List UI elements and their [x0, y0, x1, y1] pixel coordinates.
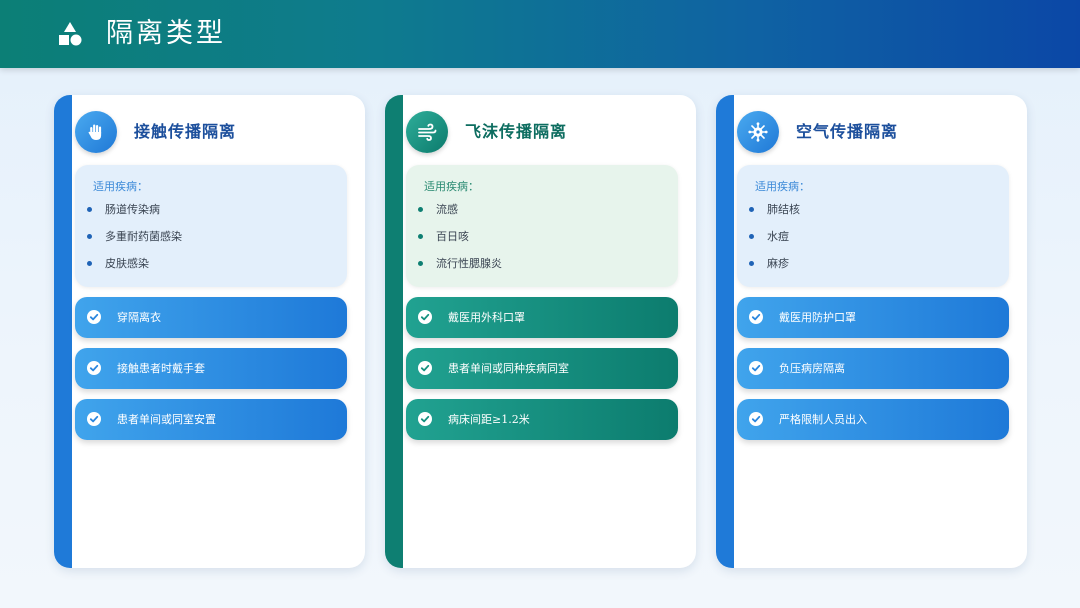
disease-list: 流感 百日咳 流行性腮腺炎	[418, 202, 502, 283]
disease-item: 水痘	[749, 229, 800, 256]
disease-item: 肠道传染病	[87, 202, 182, 229]
check-circle-icon	[749, 361, 763, 375]
card-contact-isolation: 接触传播隔离 适用疾病： 肠道传染病 多重耐药菌感染 皮肤感染 穿隔离衣 接触患…	[54, 95, 365, 568]
bullet-dot	[418, 234, 423, 239]
measure-item: 接触患者时戴手套	[75, 348, 347, 389]
disease-item: 流感	[418, 202, 502, 229]
measure-item: 负压病房隔离	[737, 348, 1009, 389]
bullet-dot	[418, 207, 423, 212]
measure-item: 戴医用防护口罩	[737, 297, 1009, 338]
check-circle-icon	[418, 310, 432, 324]
measure-text: 患者单间或同室安置	[117, 413, 216, 426]
check-circle-icon	[749, 310, 763, 324]
disease-item: 皮肤感染	[87, 256, 182, 283]
bullet-dot	[749, 234, 754, 239]
card-droplet-isolation: 飞沫传播隔离 适用疾病： 流感 百日咳 流行性腮腺炎 戴医用外科口罩 患者单间或…	[385, 95, 696, 568]
disease-list: 肠道传染病 多重耐药菌感染 皮肤感染	[87, 202, 182, 283]
disease-item: 麻疹	[749, 256, 800, 283]
measure-text: 严格限制人员出入	[779, 413, 867, 426]
card-accent-bar	[54, 95, 72, 568]
measure-text: 穿隔离衣	[117, 311, 161, 324]
check-circle-icon	[418, 412, 432, 426]
disease-label: 适用疾病：	[93, 180, 148, 193]
disease-item: 多重耐药菌感染	[87, 229, 182, 256]
check-circle-icon	[418, 361, 432, 375]
bullet-dot	[87, 234, 92, 239]
bullet-dot	[87, 261, 92, 266]
title-bar: 隔离类型	[0, 0, 1080, 68]
disease-label: 适用疾病：	[755, 180, 810, 193]
disease-list: 肺结核 水痘 麻疹	[749, 202, 800, 283]
disease-item: 流行性腮腺炎	[418, 256, 502, 283]
measure-text: 戴医用外科口罩	[448, 311, 525, 324]
disease-item: 肺结核	[749, 202, 800, 229]
measure-item: 严格限制人员出入	[737, 399, 1009, 440]
shapes-icon	[59, 22, 82, 46]
measure-text: 接触患者时戴手套	[117, 362, 205, 375]
measure-text: 病床间距≥1.2米	[448, 413, 530, 426]
check-circle-icon	[87, 310, 101, 324]
card-title: 飞沫传播隔离	[465, 122, 568, 141]
card-airborne-isolation: 空气传播隔离 适用疾病： 肺结核 水痘 麻疹 戴医用防护口罩 负压病房隔离 严格…	[716, 95, 1027, 568]
card-title: 接触传播隔离	[134, 122, 237, 141]
bullet-dot	[749, 261, 754, 266]
measure-item: 病床间距≥1.2米	[406, 399, 678, 440]
measure-item: 患者单间或同室安置	[75, 399, 347, 440]
hand-icon	[75, 111, 117, 153]
measure-text: 戴医用防护口罩	[779, 311, 856, 324]
card-accent-bar	[385, 95, 403, 568]
disease-box: 适用疾病： 肺结核 水痘 麻疹	[737, 165, 1009, 287]
bullet-dot	[418, 261, 423, 266]
measure-text: 患者单间或同种疾病同室	[448, 362, 569, 375]
bullet-dot	[87, 207, 92, 212]
measure-item: 穿隔离衣	[75, 297, 347, 338]
card-accent-bar	[716, 95, 734, 568]
measure-item: 戴医用外科口罩	[406, 297, 678, 338]
virus-icon	[737, 111, 779, 153]
check-circle-icon	[749, 412, 763, 426]
disease-item: 百日咳	[418, 229, 502, 256]
measure-text: 负压病房隔离	[779, 362, 845, 375]
page-title: 隔离类型	[106, 18, 226, 49]
wind-icon	[406, 111, 448, 153]
card-title: 空气传播隔离	[796, 122, 899, 141]
bullet-dot	[749, 207, 754, 212]
measure-item: 患者单间或同种疾病同室	[406, 348, 678, 389]
check-circle-icon	[87, 412, 101, 426]
disease-box: 适用疾病： 肠道传染病 多重耐药菌感染 皮肤感染	[75, 165, 347, 287]
check-circle-icon	[87, 361, 101, 375]
disease-box: 适用疾病： 流感 百日咳 流行性腮腺炎	[406, 165, 678, 287]
disease-label: 适用疾病：	[424, 180, 479, 193]
